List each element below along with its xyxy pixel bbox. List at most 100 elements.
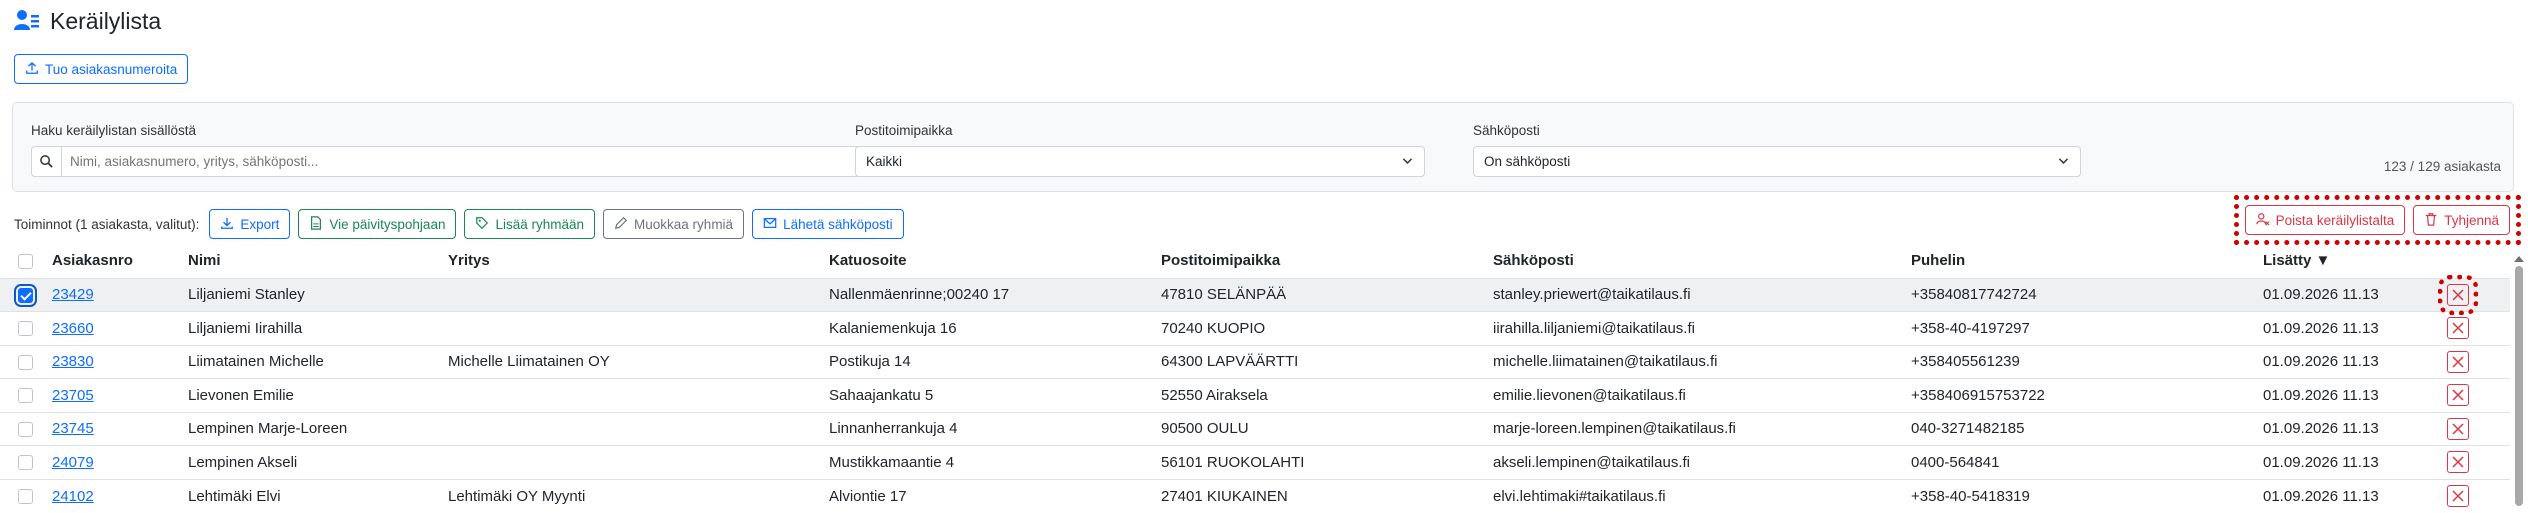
cell-street: Linnanherrankuja 4 <box>829 411 1161 446</box>
cell-phone: 0400-564841 <box>1911 445 2263 479</box>
upload-icon <box>25 61 39 78</box>
edit-icon <box>614 216 628 233</box>
cell-added: 01.09.2026 11.13 <box>2263 378 2447 412</box>
row-checkbox[interactable] <box>18 354 33 370</box>
col-added[interactable]: Lisätty ▼ <box>2263 244 2447 278</box>
cell-name: Lievonen Emilie <box>188 378 448 412</box>
table-row[interactable]: 23429 Liljaniemi Stanley Nallenmäenrinne… <box>0 274 2510 315</box>
close-icon <box>2452 356 2464 368</box>
add-to-group-label: Lisää ryhmään <box>495 216 585 232</box>
tag-icon <box>475 216 489 233</box>
postal-select-value: Kaikki <box>866 154 903 169</box>
cell-postal: 90500 OULU <box>1161 411 1493 446</box>
update-template-button[interactable]: Vie päivityspohjaan <box>298 209 457 239</box>
import-customer-numbers-button[interactable]: Tuo asiakasnumeroita <box>14 54 189 84</box>
table-row[interactable]: 23830 Liimatainen Michelle Michelle Liim… <box>0 344 2510 379</box>
export-button[interactable]: Export <box>209 209 291 239</box>
remove-row-button[interactable] <box>2447 350 2469 373</box>
cell-company <box>448 411 829 446</box>
cell-phone: 040-3271482185 <box>1911 411 2263 446</box>
send-email-button[interactable]: Lähetä sähköposti <box>752 209 904 239</box>
remove-from-list-button[interactable]: Poista keräilylistalta <box>2244 205 2406 235</box>
email-select[interactable]: On sähköposti <box>1473 146 2081 177</box>
row-checkbox[interactable] <box>18 388 33 404</box>
scrollbar-thumb[interactable] <box>2515 266 2523 506</box>
search-field <box>31 146 861 177</box>
vertical-scrollbar[interactable] <box>2514 256 2524 513</box>
customer-number-link[interactable]: 24079 <box>52 454 94 471</box>
row-checkbox[interactable] <box>18 421 33 437</box>
cell-name: Liimatainen Michelle <box>188 344 448 379</box>
edit-groups-button[interactable]: Muokkaa ryhmiä <box>603 209 745 239</box>
scroll-up-arrow[interactable] <box>2514 256 2524 262</box>
col-postal[interactable]: Postitoimipaikka <box>1161 244 1493 278</box>
table-row[interactable]: 24102 Lehtimäki Elvi Lehtimäki OY Myynti… <box>0 478 2510 513</box>
cell-street: Postikuja 14 <box>829 344 1161 379</box>
remove-row-button[interactable] <box>2447 485 2469 507</box>
mail-icon <box>763 216 777 233</box>
file-icon <box>309 215 323 233</box>
remove-row-button[interactable] <box>2447 384 2469 407</box>
add-to-group-button[interactable]: Lisää ryhmään <box>464 209 596 239</box>
row-checkbox[interactable] <box>18 489 33 505</box>
cell-email: emilie.lievonen@taikatilaus.fi <box>1493 378 1911 412</box>
col-customer-no[interactable]: Asiakasnro <box>52 244 188 278</box>
cell-phone: +35840817742724 <box>1911 277 2263 312</box>
table-row[interactable]: 23660 Liljaniemi Iirahilla Kalaniemenkuj… <box>0 311 2510 345</box>
cell-company <box>448 277 829 312</box>
customer-number-link[interactable]: 23429 <box>52 286 94 303</box>
row-select-cell <box>0 311 52 345</box>
customer-number-link[interactable]: 24102 <box>52 488 94 505</box>
cell-added: 01.09.2026 11.13 <box>2263 344 2447 379</box>
col-company[interactable]: Yritys <box>448 244 829 278</box>
customer-number-link[interactable]: 23660 <box>52 320 94 337</box>
customer-number-link[interactable]: 23830 <box>52 353 94 370</box>
remove-row-button[interactable] <box>2447 451 2469 474</box>
cell-email: iirahilla.liljaniemi@taikatilaus.fi <box>1493 311 1911 345</box>
col-street[interactable]: Katuosoite <box>829 244 1161 278</box>
table-row[interactable]: 24079 Lempinen Akseli Mustikkamaantie 4 … <box>0 445 2510 479</box>
col-name[interactable]: Nimi <box>188 244 448 278</box>
cell-email: akseli.lempinen@taikatilaus.fi <box>1493 445 1911 479</box>
cell-postal: 27401 KIUKAINEN <box>1161 478 1493 513</box>
customer-number-link[interactable]: 23745 <box>52 420 94 437</box>
cell-phone: +358405561239 <box>1911 344 2263 379</box>
row-checkbox[interactable] <box>18 321 33 337</box>
remove-row-button[interactable] <box>2447 317 2469 340</box>
row-checkbox[interactable] <box>18 455 33 471</box>
cell-added: 01.09.2026 11.13 <box>2263 445 2447 479</box>
list-actions: Poista keräilylistalta Tyhjennä <box>2233 195 2522 245</box>
export-button-label: Export <box>240 216 280 232</box>
table-header-row: Asiakasnro Nimi Yritys Katuosoite Postit… <box>0 244 2510 278</box>
cell-name: Lempinen Marje-Loreen <box>188 411 448 446</box>
cell-name: Lehtimäki Elvi <box>188 478 448 513</box>
cell-postal: 70240 KUOPIO <box>1161 311 1493 345</box>
user-remove-icon <box>2255 212 2270 229</box>
clear-list-button[interactable]: Tyhjennä <box>2413 205 2510 235</box>
remove-row-button[interactable] <box>2447 417 2469 440</box>
cell-added: 01.09.2026 11.13 <box>2263 311 2447 345</box>
update-template-label: Vie päivityspohjaan <box>329 216 446 232</box>
filter-panel: Haku keräilylistan sisällöstä Postitoimi… <box>12 102 2514 192</box>
remove-row-button[interactable] <box>2438 274 2478 315</box>
bulk-actions-toolbar: Toiminnot (1 asiakasta, valitut): Export… <box>14 208 904 240</box>
cell-name: Lempinen Akseli <box>188 445 448 479</box>
col-email[interactable]: Sähköposti <box>1493 244 1911 278</box>
search-icon <box>32 147 62 176</box>
row-select-cell <box>0 378 52 412</box>
table-row[interactable]: 23705 Lievonen Emilie Sahaajankatu 5 525… <box>0 378 2510 412</box>
chevron-down-icon <box>2057 154 2070 170</box>
customer-number-link[interactable]: 23705 <box>52 387 94 404</box>
row-checkbox[interactable] <box>14 283 37 307</box>
cell-email: stanley.priewert@taikatilaus.fi <box>1493 277 1911 312</box>
cell-postal: 64300 LAPVÄÄRTTI <box>1161 344 1493 379</box>
cell-added: 01.09.2026 11.13 <box>2263 478 2447 513</box>
select-all-checkbox[interactable] <box>18 253 33 269</box>
table-row[interactable]: 23745 Lempinen Marje-Loreen Linnanherran… <box>0 411 2510 446</box>
close-icon <box>2452 456 2464 468</box>
postal-select[interactable]: Kaikki <box>855 146 1425 177</box>
cell-company: Lehtimäki OY Myynti <box>448 478 829 513</box>
col-phone[interactable]: Puhelin <box>1911 244 2263 278</box>
download-icon <box>220 216 234 233</box>
search-input[interactable] <box>62 147 860 176</box>
